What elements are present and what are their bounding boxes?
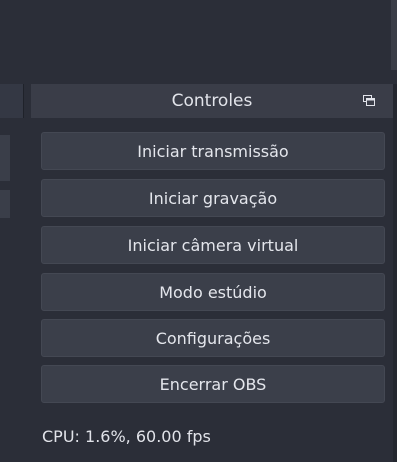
left-dock-header (0, 84, 24, 118)
start-virtual-camera-button[interactable]: Iniciar câmera virtual (41, 226, 385, 264)
controls-dock-header: Controles (31, 84, 393, 118)
left-dock-control-fragment[interactable] (0, 190, 10, 218)
start-streaming-button[interactable]: Iniciar transmissão (41, 132, 385, 170)
right-window-edge (393, 84, 397, 462)
settings-button[interactable]: Configurações (41, 319, 385, 357)
top-right-scroll-edge (391, 0, 397, 70)
float-dock-icon[interactable] (363, 95, 375, 106)
cpu-fps-status: CPU: 1.6%, 60.00 fps (42, 427, 211, 446)
controls-dock-title: Controles (171, 91, 253, 111)
top-empty-area (0, 0, 397, 76)
start-recording-button[interactable]: Iniciar gravação (41, 179, 385, 217)
exit-obs-button[interactable]: Encerrar OBS (41, 365, 385, 403)
left-dock-control-fragment[interactable] (0, 135, 10, 181)
studio-mode-button[interactable]: Modo estúdio (41, 273, 385, 311)
